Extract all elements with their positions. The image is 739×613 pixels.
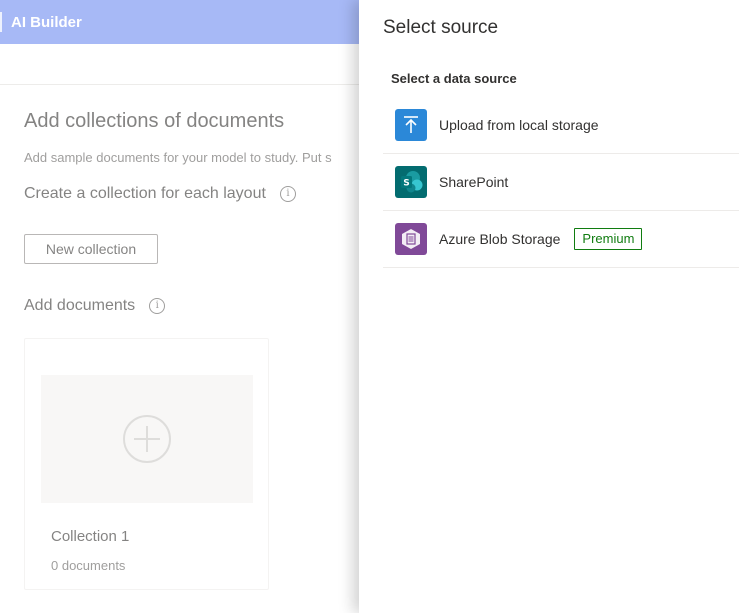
source-label: SharePoint (439, 174, 509, 190)
modal-overlay[interactable] (0, 0, 359, 613)
source-item-sharepoint[interactable]: S SharePoint (383, 154, 739, 211)
source-label: Upload from local storage (439, 117, 599, 133)
sharepoint-icon: S (395, 166, 427, 198)
source-label: Azure Blob Storage (439, 231, 561, 247)
panel-title: Select source (383, 17, 499, 38)
premium-badge: Premium (574, 228, 643, 250)
azure-blob-storage-icon (395, 223, 427, 255)
upload-icon (395, 109, 427, 141)
source-list: Upload from local storage S SharePoint A… (383, 97, 739, 268)
source-item-local-storage[interactable]: Upload from local storage (383, 97, 739, 154)
panel-subtitle: Select a data source (391, 71, 517, 86)
source-item-azure-blob[interactable]: Azure Blob Storage Premium (383, 211, 739, 268)
svg-text:S: S (403, 179, 409, 189)
select-source-panel: Select source Select a data source Uploa… (359, 0, 739, 613)
